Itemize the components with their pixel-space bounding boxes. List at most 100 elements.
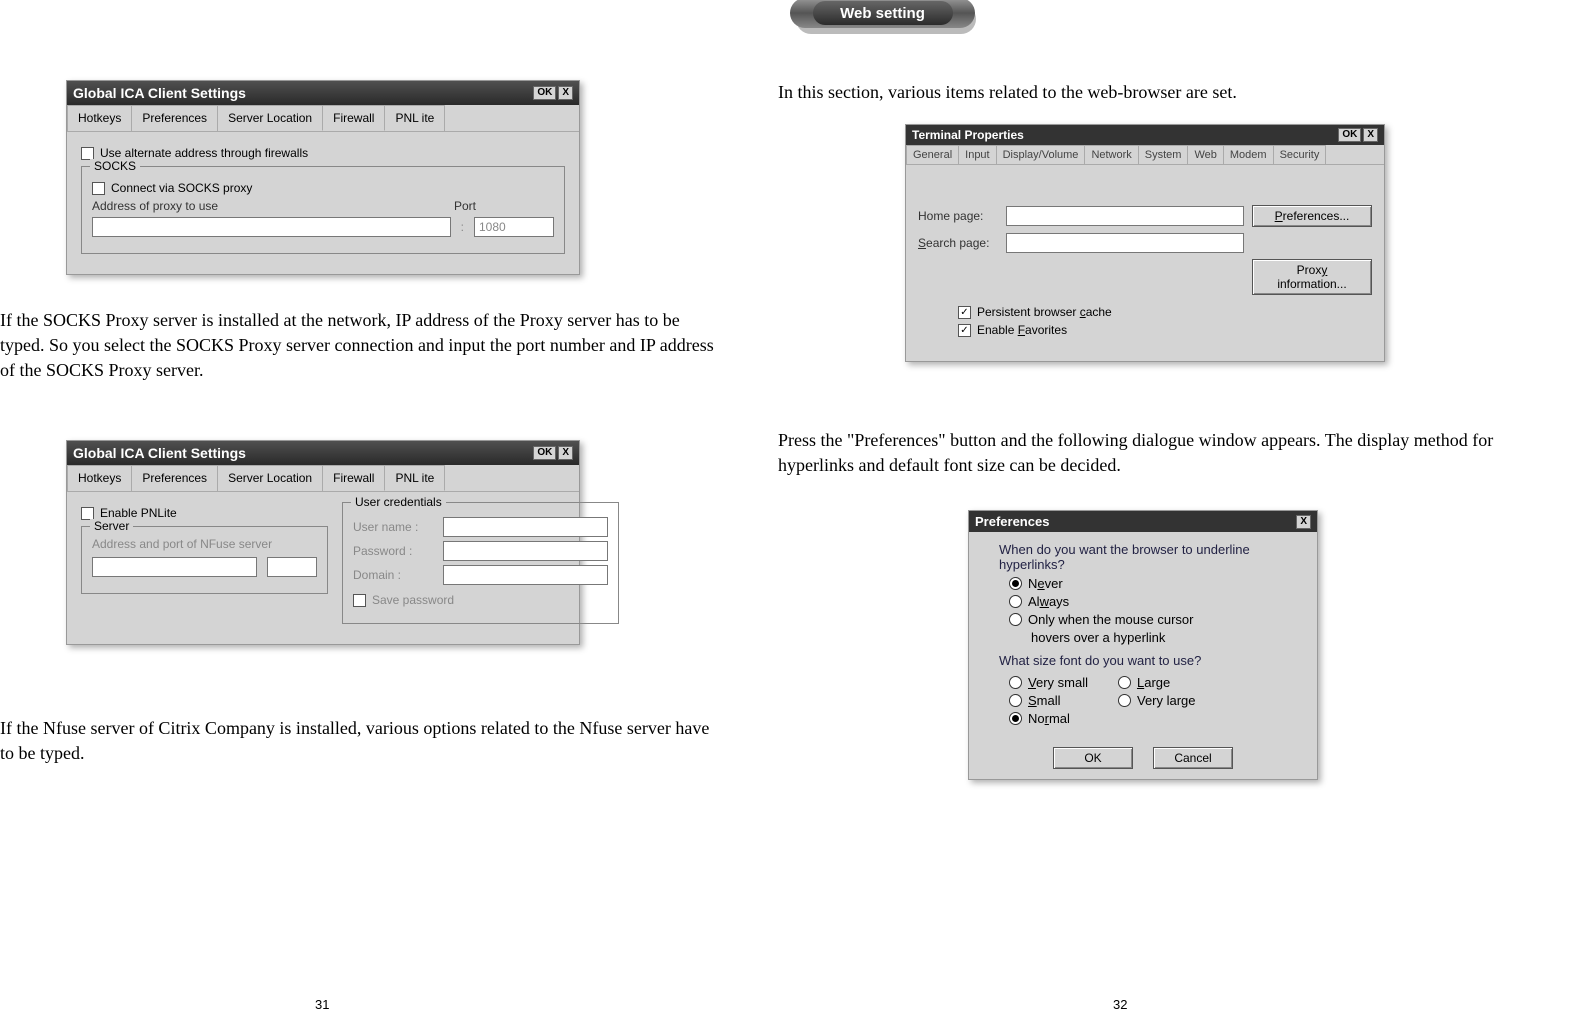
paragraph-socks: If the SOCKS Proxy server is installed a… [0,308,720,384]
tab-network[interactable]: Network [1084,145,1138,164]
radio-large[interactable]: Large [1118,675,1196,690]
port-label: Port [454,199,554,213]
tab-firewall[interactable]: Firewall [322,465,385,491]
nfuse-address-input[interactable] [92,557,257,577]
radio-hover-label: Only when the mouse cursor [1028,612,1193,627]
tab-server-location[interactable]: Server Location [217,465,323,491]
paragraph-web-intro: In this section, various items related t… [778,80,1498,105]
terminal-properties-dialog: Terminal Properties OK X General Input D… [905,124,1385,362]
tab-firewall[interactable]: Firewall [322,105,385,131]
window-title: Global ICA Client Settings [73,85,246,101]
save-password-checkbox[interactable]: Save password [353,593,608,607]
tab-pnlite[interactable]: PNL ite [384,105,445,131]
radio-always[interactable]: Always [1009,594,1303,609]
tab-hotkeys[interactable]: Hotkeys [67,465,132,491]
cancel-button[interactable]: Cancel [1153,747,1233,769]
radio-icon [1009,676,1022,689]
ok-button[interactable]: OK [533,446,556,460]
radio-icon [1009,694,1022,707]
section-header-label: Web setting [813,1,953,25]
save-password-label: Save password [372,593,454,607]
enable-pnlite-checkbox[interactable]: Enable PNLite [81,506,328,520]
tab-security[interactable]: Security [1273,145,1327,164]
close-button[interactable]: X [558,86,573,100]
paragraph-preferences: Press the "Preferences" button and the f… [778,428,1518,478]
tab-input[interactable]: Input [958,145,996,164]
ica-pnlite-dialog: Global ICA Client Settings OK X Hotkeys … [66,440,580,645]
radio-normal[interactable]: Normal [1009,711,1088,726]
enable-pnlite-label: Enable PNLite [100,506,177,520]
radio-small[interactable]: Small [1009,693,1088,708]
window-title: Preferences [975,514,1049,529]
enable-favorites-label: Enable Favorites [977,323,1067,337]
checkbox-icon [353,594,366,607]
ok-button[interactable]: OK [533,86,556,100]
port-input[interactable] [474,217,554,237]
domain-input[interactable] [443,565,608,585]
checkbox-icon: ✓ [958,306,971,319]
close-button[interactable]: X [1296,515,1311,529]
radio-icon [1009,712,1022,725]
tab-preferences[interactable]: Preferences [131,465,218,491]
proxy-address-input[interactable] [92,217,451,237]
nfuse-port-input[interactable] [267,557,317,577]
search-page-input[interactable] [1006,233,1244,253]
tab-preferences[interactable]: Preferences [131,105,218,131]
tab-pnlite[interactable]: PNL ite [384,465,445,491]
ok-button[interactable]: OK [1338,128,1361,142]
radio-icon [1009,577,1022,590]
proxy-info-button[interactable]: Proxy information... [1252,259,1372,295]
paragraph-nfuse: If the Nfuse server of Citrix Company is… [0,716,720,766]
home-page-input[interactable] [1006,206,1244,226]
user-credentials-group: User credentials User name : Password : … [342,502,619,624]
tab-general[interactable]: General [906,145,959,164]
preferences-button[interactable]: Preferences... [1252,205,1372,227]
radio-icon [1009,595,1022,608]
username-input[interactable] [443,517,608,537]
radio-icon [1118,694,1131,707]
nfuse-address-label: Address and port of NFuse server [92,537,317,551]
close-button[interactable]: X [558,446,573,460]
connect-via-socks-checkbox[interactable]: Connect via SOCKS proxy [92,181,554,195]
connect-via-socks-label: Connect via SOCKS proxy [111,181,252,195]
tab-modem[interactable]: Modem [1223,145,1274,164]
radio-very-small[interactable]: Very small [1009,675,1088,690]
user-credentials-legend: User credentials [351,495,446,509]
domain-label: Domain : [353,568,433,582]
tab-system[interactable]: System [1138,145,1189,164]
radio-icon [1118,676,1131,689]
tab-row: Hotkeys Preferences Server Location Fire… [67,105,579,132]
password-label: Password : [353,544,433,558]
section-header: Web setting [790,0,975,28]
radio-icon [1009,613,1022,626]
window-title: Terminal Properties [912,128,1024,142]
ok-button[interactable]: OK [1053,747,1133,769]
radio-very-large[interactable]: Very large [1118,693,1196,708]
enable-favorites-checkbox[interactable]: ✓ Enable Favorites [958,323,1372,337]
hyperlink-question: When do you want the browser to underlin… [999,542,1303,572]
checkbox-icon [81,147,94,160]
username-label: User name : [353,520,433,534]
checkbox-icon: ✓ [958,324,971,337]
preferences-dialog: Preferences X When do you want the brows… [968,510,1318,780]
persistent-cache-label: Persistent browser cache [977,305,1112,319]
server-legend: Server [90,519,133,533]
proxy-address-label: Address of proxy to use [92,199,444,213]
search-page-label: Search page: [918,236,998,250]
close-button[interactable]: X [1363,128,1378,142]
alt-address-label: Use alternate address through firewalls [100,146,308,160]
tab-server-location[interactable]: Server Location [217,105,323,131]
tab-display-volume[interactable]: Display/Volume [996,145,1086,164]
window-titlebar: Global ICA Client Settings OK X [67,81,579,105]
radio-hover[interactable]: Only when the mouse cursor [1009,612,1303,627]
password-input[interactable] [443,541,608,561]
tab-web[interactable]: Web [1187,145,1223,164]
alt-address-checkbox[interactable]: Use alternate address through firewalls [81,146,565,160]
persistent-cache-checkbox[interactable]: ✓ Persistent browser cache [958,305,1372,319]
radio-never[interactable]: Never [1009,576,1303,591]
tab-hotkeys[interactable]: Hotkeys [67,105,132,131]
ica-firewall-dialog: Global ICA Client Settings OK X Hotkeys … [66,80,580,275]
tab-row: General Input Display/Volume Network Sys… [906,145,1384,165]
checkbox-icon [81,507,94,520]
window-titlebar: Terminal Properties OK X [906,125,1384,145]
